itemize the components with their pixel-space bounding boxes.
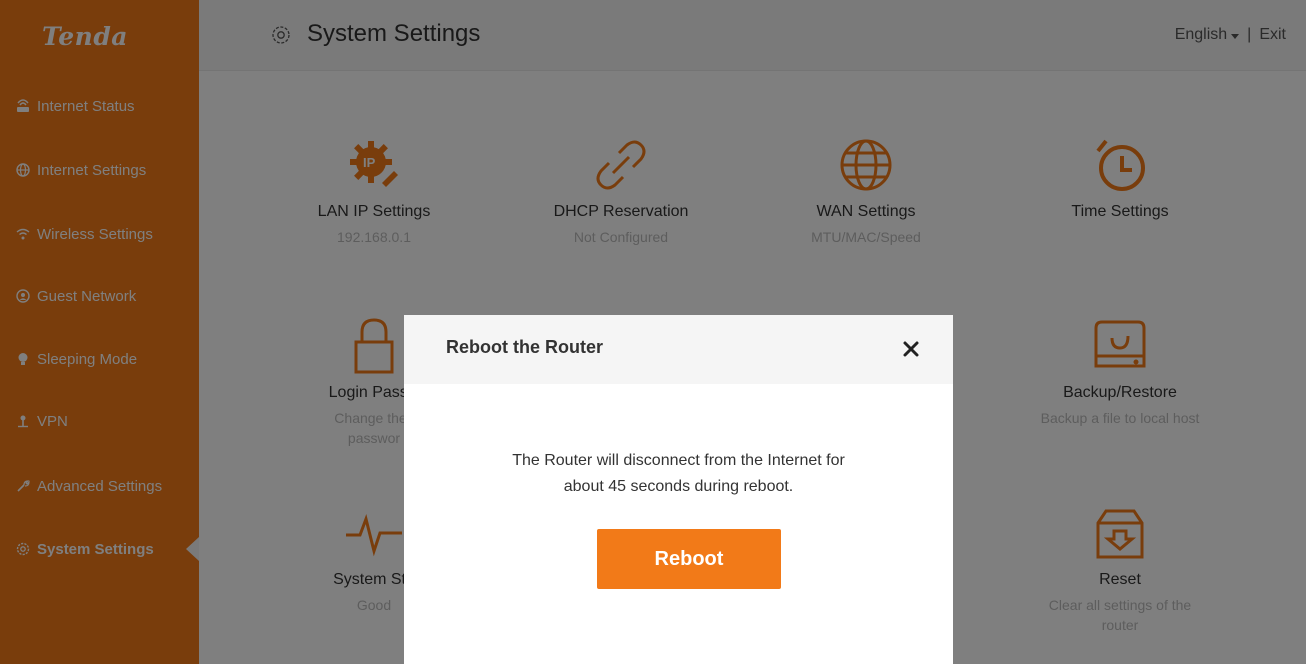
dialog-header: Reboot the Router — [404, 315, 953, 384]
close-icon[interactable] — [901, 339, 921, 359]
reboot-button[interactable]: Reboot — [597, 529, 781, 589]
reboot-dialog: Reboot the Router The Router will discon… — [404, 315, 953, 664]
dialog-title: Reboot the Router — [446, 337, 603, 357]
dialog-message-line1: The Router will disconnect from the Inte… — [512, 452, 845, 469]
dialog-message: The Router will disconnect from the Inte… — [404, 448, 953, 500]
dialog-message-line2: about 45 seconds during reboot. — [563, 478, 794, 495]
